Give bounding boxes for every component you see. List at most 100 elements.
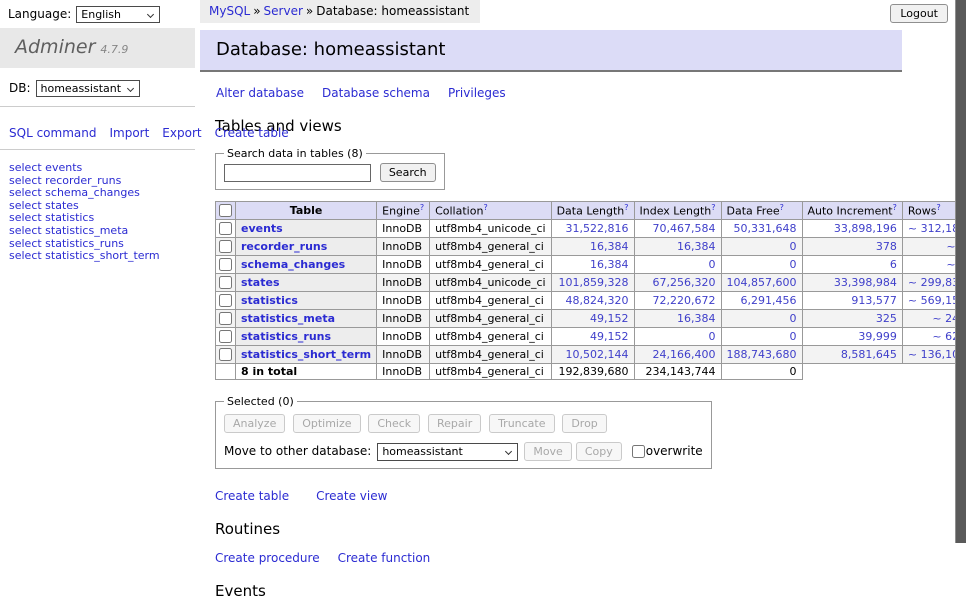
breadcrumb-driver-link[interactable]: MySQL xyxy=(209,4,250,18)
data-length-link[interactable]: 49,152 xyxy=(590,312,629,325)
auto-increment-link[interactable]: 325 xyxy=(876,312,897,325)
table-link[interactable]: statistics_short_term xyxy=(241,348,371,361)
row-checkbox[interactable] xyxy=(219,276,232,289)
data-length-link[interactable]: 10,502,144 xyxy=(566,348,629,361)
sidebar-item-sql-command[interactable]: SQL command xyxy=(9,126,96,140)
sidebar-item-export[interactable]: Export xyxy=(162,126,201,140)
row-checkbox[interactable] xyxy=(219,240,232,253)
table-link[interactable]: statistics_meta xyxy=(241,312,335,325)
index-length-link[interactable]: 72,220,672 xyxy=(653,294,716,307)
auto-increment-link[interactable]: 39,999 xyxy=(858,330,897,343)
tables-overview-table: Table Engine? Collation? Data Length? In… xyxy=(215,201,966,380)
table-link[interactable]: schema_changes xyxy=(241,258,345,271)
sidebar-select-events[interactable]: select events xyxy=(9,161,82,174)
column-hint-link[interactable]: ? xyxy=(483,203,487,212)
index-length-link[interactable]: 16,384 xyxy=(677,312,716,325)
sidebar-select-recorder-runs[interactable]: select recorder_runs xyxy=(9,174,121,187)
logout-button[interactable]: Logout xyxy=(890,4,948,23)
row-checkbox[interactable] xyxy=(219,294,232,307)
sidebar-select-states[interactable]: select states xyxy=(9,199,79,212)
row-checkbox[interactable] xyxy=(219,258,232,271)
column-hint-link[interactable]: ? xyxy=(711,203,715,212)
database-schema-link[interactable]: Database schema xyxy=(322,86,430,100)
move-button: Move xyxy=(524,442,572,461)
auto-increment-link[interactable]: 8,581,645 xyxy=(841,348,897,361)
create-function-link[interactable]: Create function xyxy=(338,551,431,565)
index-length-link[interactable]: 0 xyxy=(709,258,716,271)
breadcrumb-server-link[interactable]: Server xyxy=(264,4,303,18)
data-length-link[interactable]: 49,152 xyxy=(590,330,629,343)
data-free-link[interactable]: 0 xyxy=(790,312,797,325)
data-length-link[interactable]: 101,859,328 xyxy=(559,276,629,289)
data-length-link[interactable]: 16,384 xyxy=(590,258,629,271)
alter-database-link[interactable]: Alter database xyxy=(216,86,304,100)
sidebar-item-import[interactable]: Import xyxy=(109,126,149,140)
data-free-link[interactable]: 0 xyxy=(790,330,797,343)
privileges-link[interactable]: Privileges xyxy=(448,86,506,100)
engine-cell: InnoDB xyxy=(377,310,430,328)
sidebar-select-statistics-meta[interactable]: select statistics_meta xyxy=(9,224,128,237)
collation-cell: utf8mb4_unicode_ci xyxy=(430,220,551,238)
search-input[interactable] xyxy=(224,164,371,182)
sidebar-select-statistics[interactable]: select statistics xyxy=(9,211,94,224)
move-database-select[interactable]: homeassistant xyxy=(377,443,518,461)
auto-increment-link[interactable]: 33,898,196 xyxy=(834,222,897,235)
data-free-link[interactable]: 104,857,600 xyxy=(727,276,797,289)
row-checkbox[interactable] xyxy=(219,330,232,343)
selected-legend: Selected (0) xyxy=(224,395,297,408)
data-length-link[interactable]: 31,522,816 xyxy=(566,222,629,235)
scrollbar[interactable] xyxy=(955,0,966,543)
row-checkbox[interactable] xyxy=(219,222,232,235)
index-length-link[interactable]: 16,384 xyxy=(677,240,716,253)
column-hint-link[interactable]: ? xyxy=(780,203,784,212)
tables-and-views-heading: Tables and views xyxy=(215,117,902,135)
search-button[interactable]: Search xyxy=(380,163,436,182)
data-length-link[interactable]: 16,384 xyxy=(590,240,629,253)
table-row: states InnoDB utf8mb4_unicode_ci 101,859… xyxy=(216,274,966,292)
db-select[interactable]: homeassistant xyxy=(36,80,140,97)
data-free-link[interactable]: 188,743,680 xyxy=(727,348,797,361)
engine-cell: InnoDB xyxy=(377,328,430,346)
index-length-link[interactable]: 70,467,584 xyxy=(653,222,716,235)
auto-increment-link[interactable]: 378 xyxy=(876,240,897,253)
sidebar-select-schema-changes[interactable]: select schema_changes xyxy=(9,186,140,199)
row-checkbox[interactable] xyxy=(219,348,232,361)
table-link[interactable]: recorder_runs xyxy=(241,240,327,253)
table-link[interactable]: states xyxy=(241,276,280,289)
sidebar-select-statistics-short-term[interactable]: select statistics_short_term xyxy=(9,249,160,262)
table-link[interactable]: events xyxy=(241,222,283,235)
auto-increment-link[interactable]: 913,577 xyxy=(851,294,897,307)
language-select[interactable]: English xyxy=(76,6,160,23)
column-hint-link[interactable]: ? xyxy=(893,203,897,212)
index-length-link[interactable]: 0 xyxy=(709,330,716,343)
auto-increment-link[interactable]: 33,398,984 xyxy=(834,276,897,289)
select-all-checkbox[interactable] xyxy=(219,204,232,217)
column-hint-link[interactable]: ? xyxy=(936,203,940,212)
column-hint-link[interactable]: ? xyxy=(420,203,424,212)
sidebar-select-statistics-runs[interactable]: select statistics_runs xyxy=(9,237,124,250)
column-hint-link[interactable]: ? xyxy=(624,203,628,212)
table-link[interactable]: statistics xyxy=(241,294,298,307)
auto-increment-link[interactable]: 6 xyxy=(890,258,897,271)
data-free-link[interactable]: 0 xyxy=(790,240,797,253)
table-link[interactable]: statistics_runs xyxy=(241,330,331,343)
search-legend: Search data in tables (8) xyxy=(224,147,366,160)
create-procedure-link[interactable]: Create procedure xyxy=(215,551,320,565)
total-engine-cell: InnoDB xyxy=(377,364,430,380)
table-total-row: 8 in total InnoDB utf8mb4_general_ci 192… xyxy=(216,364,966,380)
overwrite-checkbox[interactable] xyxy=(632,445,645,458)
index-length-link[interactable]: 24,166,400 xyxy=(653,348,716,361)
table-row: statistics InnoDB utf8mb4_general_ci 48,… xyxy=(216,292,966,310)
data-free-link[interactable]: 6,291,456 xyxy=(741,294,797,307)
row-checkbox[interactable] xyxy=(219,312,232,325)
sidebar-item-create-table[interactable]: Create table xyxy=(215,126,289,140)
create-view-link[interactable]: Create view xyxy=(316,489,387,503)
data-free-link[interactable]: 50,331,648 xyxy=(734,222,797,235)
copy-button: Copy xyxy=(576,442,622,461)
data-free-link[interactable]: 0 xyxy=(790,258,797,271)
data-length-link[interactable]: 48,824,320 xyxy=(566,294,629,307)
create-table-link[interactable]: Create table xyxy=(215,489,289,503)
total-checkbox-cell xyxy=(216,364,236,380)
truncate-button: Truncate xyxy=(489,414,554,433)
index-length-link[interactable]: 67,256,320 xyxy=(653,276,716,289)
